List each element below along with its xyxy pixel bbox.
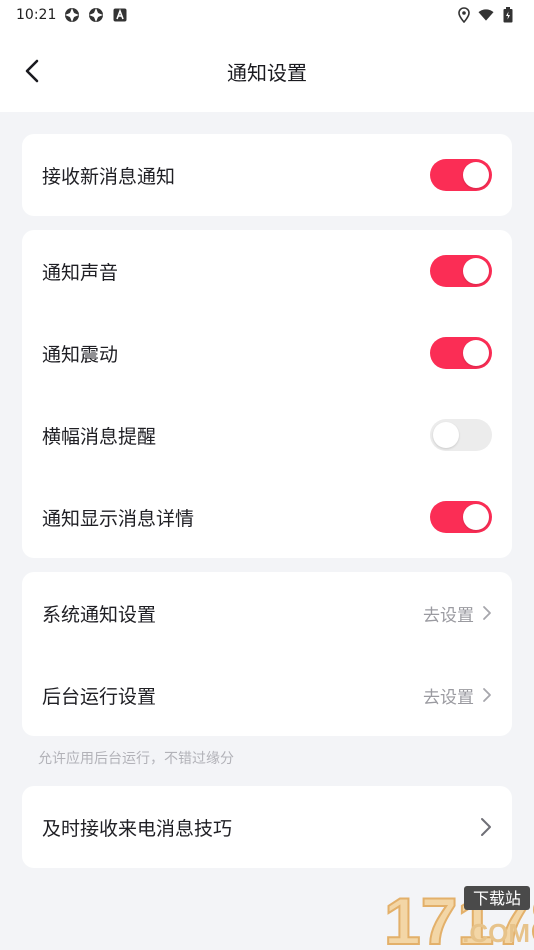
row-label: 通知震动 (42, 343, 119, 366)
toggle-knob (463, 162, 489, 188)
status-time: 10:21 (16, 7, 57, 23)
row-banner-reminder: 横幅消息提醒 (22, 394, 512, 476)
row-notification-sound: 通知声音 (22, 230, 512, 312)
go-settings-label: 去设置 (423, 687, 474, 708)
toggle-knob (463, 258, 489, 284)
go-settings-label: 去设置 (423, 605, 474, 626)
page-title: 通知设置 (227, 60, 307, 85)
row-label: 接收新消息通知 (42, 165, 176, 188)
row-label: 横幅消息提醒 (42, 425, 157, 448)
background-run-hint: 允许应用后台运行，不错过缘分 (38, 751, 234, 767)
show-message-details-toggle[interactable] (430, 501, 492, 533)
notification-vibrate-toggle[interactable] (430, 337, 492, 369)
row-notification-vibrate: 通知震动 (22, 312, 512, 394)
go-settings-link[interactable]: 去设置 (423, 601, 492, 626)
battery-icon (500, 7, 516, 23)
receive-new-message-toggle[interactable] (430, 159, 492, 191)
row-system-notification-settings[interactable]: 系统通知设置 去设置 (22, 572, 512, 654)
nav-header: 通知设置 (0, 30, 534, 112)
card-notification-options: 通知声音 通知震动 横幅消息提醒 通知显示消息详情 (22, 230, 512, 558)
toggle-knob (463, 340, 489, 366)
app-notification-icon (64, 7, 80, 23)
banner-reminder-toggle[interactable] (430, 419, 492, 451)
wifi-icon (478, 7, 494, 23)
card-receive-notifications: 接收新消息通知 (22, 134, 512, 216)
location-icon (456, 7, 472, 23)
card-tips: 及时接收来电消息技巧 (22, 786, 512, 868)
toggle-knob (463, 504, 489, 530)
status-bar: 10:21 (0, 0, 534, 30)
app-notification-icon (88, 7, 104, 23)
settings-content: 接收新消息通知 通知声音 通知震动 横幅消息提醒 通知显示消息详情 系统通知设置… (0, 112, 534, 868)
row-label: 通知显示消息详情 (42, 507, 195, 530)
site-watermark: 17178 下载站 .COM (383, 883, 534, 950)
go-settings-link[interactable]: 去设置 (423, 683, 492, 708)
watermark-suffix: .COM (462, 918, 530, 948)
row-label: 及时接收来电消息技巧 (42, 817, 233, 840)
chevron-right-icon (481, 818, 491, 836)
watermark-tag: 下载站 (473, 889, 521, 908)
row-show-message-details: 通知显示消息详情 (22, 476, 512, 558)
row-label: 系统通知设置 (42, 603, 157, 626)
chevron-right-icon (483, 606, 491, 620)
row-label: 通知声音 (42, 261, 119, 284)
card-system-settings: 系统通知设置 去设置 后台运行设置 去设置 (22, 572, 512, 736)
row-call-message-tips[interactable]: 及时接收来电消息技巧 (22, 786, 512, 868)
chevron-left-icon (25, 59, 39, 83)
row-label: 后台运行设置 (42, 685, 157, 708)
back-button[interactable] (16, 55, 48, 87)
row-background-run-settings[interactable]: 后台运行设置 去设置 (22, 654, 512, 736)
a-notification-icon (112, 7, 128, 23)
notification-sound-toggle[interactable] (430, 255, 492, 287)
toggle-knob (433, 422, 459, 448)
row-receive-new-message: 接收新消息通知 (22, 134, 512, 216)
chevron-right-icon (483, 688, 491, 702)
